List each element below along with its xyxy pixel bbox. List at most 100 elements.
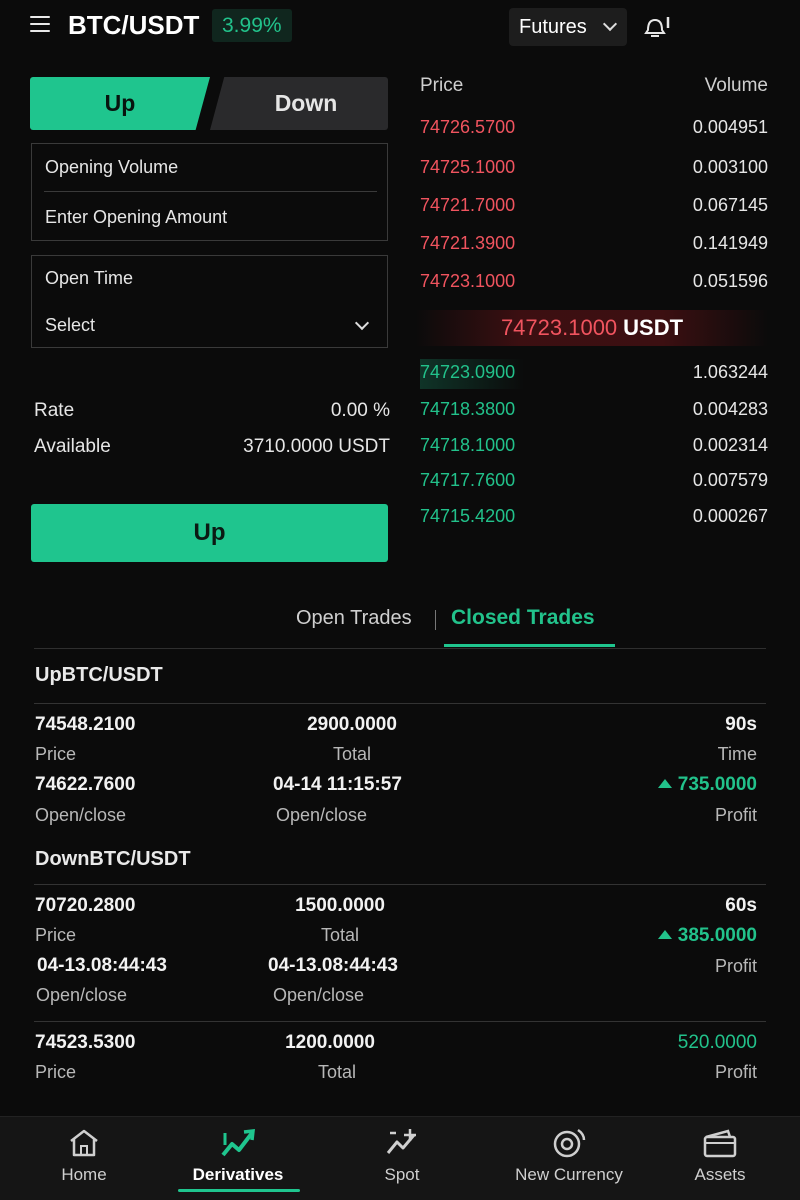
divider [34, 1021, 766, 1022]
price-change-badge: 3.99% [212, 9, 292, 42]
top-bar: BTC/USDT 3.99% Futures [0, 0, 800, 54]
bid-price: 74718.3800 [420, 399, 516, 419]
bid-row[interactable]: 74718.3800 0.004283 [420, 396, 768, 426]
divider [44, 191, 377, 192]
price-label: Price [35, 1062, 77, 1082]
profit-label: Profit [714, 1062, 757, 1082]
open-close-label: Open/close [276, 805, 368, 825]
ask-row[interactable]: 74721.7000 0.067145 [420, 192, 768, 222]
pair-title[interactable]: BTC/USDT [68, 10, 199, 41]
trade-price: 74523.5300 [35, 1032, 136, 1053]
tab-separator [435, 610, 436, 630]
ask-row[interactable]: 74725.1000 0.003100 [420, 154, 768, 184]
rate-row: Rate 0.00 % [34, 400, 390, 422]
ask-volume: 0.003100 [692, 157, 768, 177]
trade-profit: 385.0000 [560, 925, 757, 947]
trade-total: 2900.0000 [307, 714, 397, 735]
bid-row[interactable]: 74717.7600 0.007579 [420, 467, 768, 497]
profit-value: 385.0000 [677, 925, 757, 946]
opening-volume-box: Opening Volume [31, 143, 388, 241]
nav-spot[interactable]: Spot [322, 1117, 482, 1200]
ask-volume: 0.004951 [692, 117, 768, 137]
bid-volume: 1.063244 [692, 362, 768, 382]
divider [34, 703, 766, 704]
ask-row[interactable]: 74726.5700 0.004951 [420, 114, 768, 144]
ask-row[interactable]: 74721.3900 0.141949 [420, 230, 768, 260]
nav-label: Spot [384, 1165, 420, 1184]
triangle-up-icon [657, 779, 672, 788]
active-nav-indicator [178, 1189, 300, 1192]
nav-label: Home [61, 1165, 107, 1184]
ask-price: 74726.5700 [420, 117, 516, 137]
divider [34, 884, 766, 885]
open-close-label: Open/close [36, 985, 128, 1005]
ask-price: 74723.1000 [420, 271, 516, 291]
price-label: Price [35, 744, 77, 764]
total-label: Total [317, 1062, 357, 1082]
bid-row[interactable]: 74715.4200 0.000267 [420, 503, 768, 533]
trade-title: DownBTC/USDT [35, 848, 191, 870]
futures-label: Futures [519, 16, 587, 38]
bid-volume: 0.000267 [692, 506, 768, 526]
open-close-label: Open/close [35, 805, 127, 825]
home-icon [70, 1129, 98, 1157]
spot-icon [386, 1129, 416, 1154]
bid-row[interactable]: 74723.0900 1.063244 [420, 359, 768, 389]
bid-volume: 0.004283 [692, 399, 768, 419]
tab-open-trades[interactable]: Open Trades [296, 607, 412, 630]
open-close-time: 04-14 11:15:57 [273, 774, 402, 795]
trade-price: 70720.2800 [35, 895, 136, 916]
ask-price: 74721.3900 [420, 233, 516, 253]
mid-price-unit: USDT [623, 315, 684, 340]
ask-volume: 0.051596 [692, 271, 768, 291]
opening-amount-input[interactable] [45, 204, 365, 230]
nav-new-currency[interactable]: New Currency [489, 1117, 649, 1200]
bid-price: 74715.4200 [420, 506, 516, 526]
open-time-box[interactable]: Open Time Select [31, 255, 388, 348]
bid-volume: 0.007579 [692, 470, 768, 490]
trade-total: 1200.0000 [285, 1032, 375, 1053]
nav-derivatives[interactable]: Derivatives [158, 1117, 318, 1200]
bottom-nav: Home Derivatives Spot New Currency Asset… [0, 1116, 800, 1200]
profit-value: 520.0000 [677, 1032, 757, 1053]
wallet-icon [703, 1129, 737, 1158]
menu-icon[interactable] [30, 16, 50, 34]
bid-price: 74717.7600 [420, 470, 516, 490]
open-close-time: 04-13.08:44:43 [268, 955, 398, 976]
profit-value: 735.0000 [677, 774, 757, 795]
trades-tabs: Open Trades Closed Trades [0, 600, 800, 648]
available-value: 3710.0000 USDT [243, 436, 390, 457]
chevron-down-icon [354, 315, 370, 331]
bid-price: 74718.1000 [420, 435, 516, 455]
ask-volume: 0.067145 [692, 195, 768, 215]
price-label: Price [35, 925, 77, 945]
nav-label: Assets [694, 1165, 746, 1184]
opening-volume-label: Opening Volume [45, 157, 179, 177]
mid-price-value: 74723.1000 [500, 315, 618, 340]
ask-row[interactable]: 74723.1000 0.051596 [420, 268, 768, 298]
open-time-label: Open Time [45, 268, 134, 288]
available-label: Available [34, 436, 111, 457]
tab-closed-trades[interactable]: Closed Trades [451, 606, 595, 630]
chevron-down-icon [602, 16, 618, 32]
trade-title: UpBTC/USDT [35, 664, 163, 686]
rate-value: 0.00 % [330, 400, 390, 421]
open-time-select[interactable]: Select [45, 315, 95, 336]
down-tab[interactable]: Down [210, 77, 388, 130]
total-label: Total [332, 744, 372, 764]
profit-label: Profit [714, 956, 757, 976]
up-tab[interactable]: Up [30, 77, 210, 130]
trade-profit: 735.0000 [560, 774, 757, 796]
open-close-price: 04-13.08:44:43 [37, 955, 167, 976]
alarm-icon[interactable] [644, 14, 674, 40]
nav-home[interactable]: Home [4, 1117, 164, 1200]
futures-dropdown[interactable]: Futures [509, 8, 627, 46]
nav-assets[interactable]: Assets [640, 1117, 800, 1200]
up-submit-button[interactable]: Up [31, 504, 388, 562]
trade-price: 74548.2100 [35, 714, 136, 735]
bid-volume: 0.002314 [692, 435, 768, 455]
bid-row[interactable]: 74718.1000 0.002314 [420, 432, 768, 462]
derivatives-icon [221, 1129, 255, 1157]
ask-price: 74725.1000 [420, 157, 516, 177]
open-close-label: Open/close [273, 985, 365, 1005]
